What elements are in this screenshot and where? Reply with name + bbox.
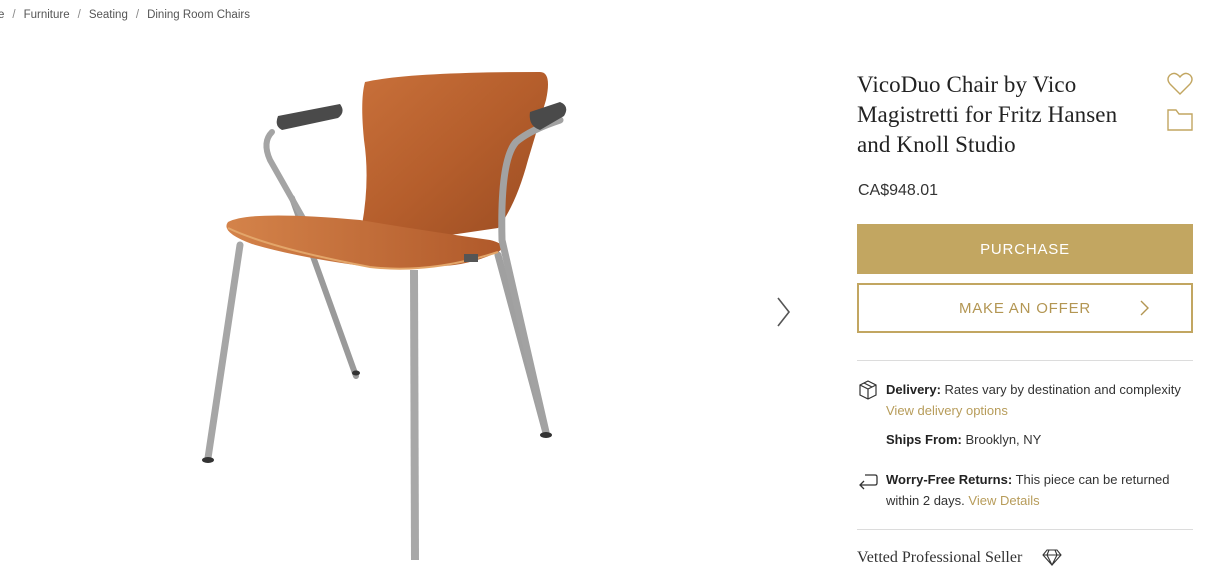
breadcrumb-separator: / xyxy=(12,9,16,21)
return-arrow-icon xyxy=(859,474,878,490)
breadcrumb-separator: / xyxy=(135,9,140,21)
ships-from-text: Brooklyn, NY xyxy=(965,432,1042,447)
product-price: CA$948.01 xyxy=(858,182,939,199)
make-an-offer-label: MAKE AN OFFER xyxy=(958,299,1092,317)
breadcrumb-item-dining-room-chairs[interactable]: Dining Room Chairs xyxy=(147,9,250,21)
divider xyxy=(857,360,1193,361)
product-image[interactable] xyxy=(180,60,600,565)
delivery-info: Delivery: Rates vary by destination and … xyxy=(886,379,1196,421)
returns-label: Worry-Free Returns: xyxy=(886,472,1013,487)
diamond-icon xyxy=(1042,549,1062,566)
divider xyxy=(857,529,1193,530)
view-delivery-options-link[interactable]: View delivery options xyxy=(886,403,1008,418)
heart-icon[interactable] xyxy=(1166,70,1194,98)
ships-from-label: Ships From: xyxy=(886,432,962,447)
breadcrumb-item-home[interactable]: e xyxy=(0,9,4,21)
purchase-button[interactable]: PURCHASE xyxy=(857,224,1193,274)
delivery-text: Rates vary by destination and complexity xyxy=(944,382,1181,397)
breadcrumb-item-seating[interactable]: Seating xyxy=(89,9,128,21)
breadcrumb-separator: / xyxy=(77,9,81,21)
delivery-label: Delivery: xyxy=(886,382,941,397)
box-icon xyxy=(859,380,877,400)
product-title: VicoDuo Chair by Vico Magistretti for Fr… xyxy=(857,72,1118,157)
folder-icon[interactable] xyxy=(1166,106,1194,132)
ships-from-info: Ships From: Brooklyn, NY xyxy=(886,429,1196,450)
view-details-link[interactable]: View Details xyxy=(968,493,1039,508)
breadcrumb: e / Furniture / Seating / Dining Room Chairs xyxy=(0,9,250,21)
chevron-right-icon[interactable] xyxy=(772,294,794,330)
chevron-right-icon xyxy=(1140,300,1149,316)
breadcrumb-item-furniture[interactable]: Furniture xyxy=(24,9,70,21)
vetted-seller-label: Vetted Professional Seller xyxy=(857,549,1023,566)
make-an-offer-button[interactable]: MAKE AN OFFER xyxy=(857,283,1193,333)
returns-info: Worry-Free Returns: This piece can be re… xyxy=(886,469,1196,511)
